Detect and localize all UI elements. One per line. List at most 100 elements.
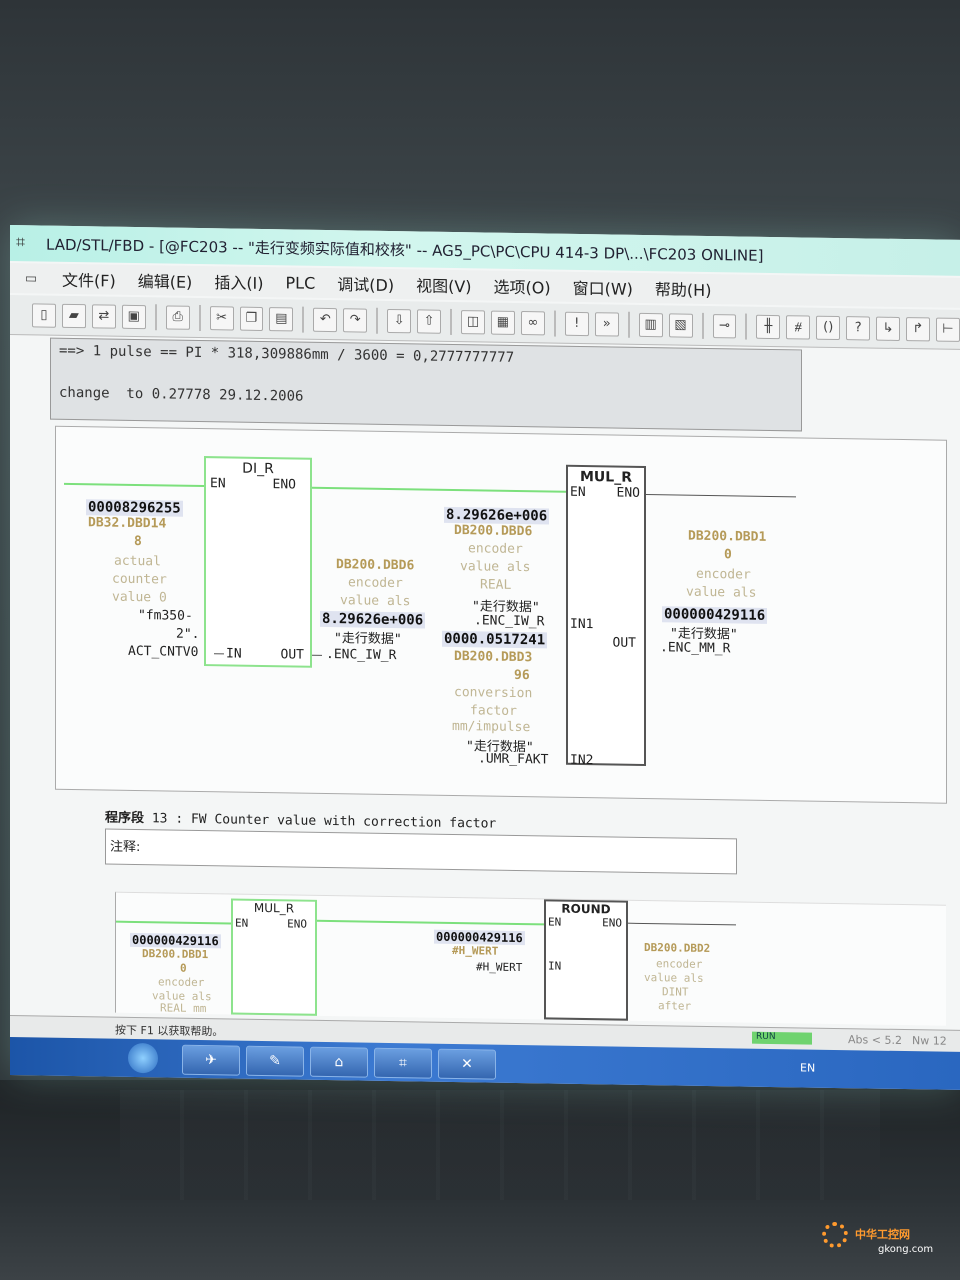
round-block[interactable]: ROUND EN ENO IN	[544, 899, 628, 1021]
network-comment[interactable]: ==> 1 pulse == PI * 318,309886mm / 3600 …	[50, 337, 802, 432]
di-r-out-wire	[312, 654, 322, 656]
toolbar-separator	[198, 304, 201, 331]
contact-nc-icon[interactable]: ⧣	[786, 314, 811, 340]
desk-background	[120, 1090, 880, 1200]
menu-options[interactable]: 选项(O)	[494, 274, 551, 299]
contact-no-icon[interactable]: ╫	[756, 314, 781, 339]
comment-line-1: ==> 1 pulse == PI * 318,309886mm / 3600 …	[59, 342, 515, 366]
round-en: EN	[548, 915, 562, 929]
mul-r-block[interactable]: MUL_R EN ENO IN1 OUT IN2	[566, 464, 646, 769]
mul-in2-comment-1: conversion	[454, 684, 533, 702]
mul-out-symbol-1: "走行数据"	[670, 626, 738, 643]
app-icon: ⌗	[16, 232, 26, 252]
power-rail-wire	[64, 482, 204, 488]
menu-help[interactable]: 帮助(H)	[655, 276, 712, 301]
network-icon[interactable]: ⇄	[91, 303, 116, 329]
branch-open-icon[interactable]: ↳	[876, 316, 901, 341]
mul-in2-comment-3: mm/impulse	[452, 718, 531, 736]
undo-icon[interactable]: ↶	[313, 307, 338, 332]
overview-icon[interactable]: ▥	[638, 312, 663, 337]
mul-r-eno: ENO	[616, 485, 640, 501]
n13-hw-symbol: #H_WERT	[476, 960, 523, 975]
n13-in-value: 000000429116	[130, 932, 221, 949]
status-help-text: 按下 F1 以获取帮助。	[115, 1023, 224, 1039]
download-icon[interactable]: ⇩	[387, 308, 412, 333]
toolbar-separator	[376, 307, 379, 334]
print-icon[interactable]: ⎙	[165, 304, 190, 330]
segment-label: 程序段	[105, 810, 145, 827]
n13-in-comment-3: REAL mm	[160, 1001, 207, 1016]
di-r-out-comment-1: encoder	[348, 575, 403, 592]
menu-file[interactable]: 文件(F)	[62, 267, 116, 292]
toolbar-separator	[553, 310, 556, 337]
comment-label: 注释:	[110, 839, 141, 856]
mul-in1-value: 8.29626e+006	[444, 506, 550, 525]
upload-icon[interactable]: ⇧	[417, 308, 442, 334]
box-icon[interactable]: ?	[846, 315, 871, 341]
toolbar-separator	[627, 311, 630, 338]
n13-hw-value: 000000429116	[434, 929, 525, 946]
menu-edit[interactable]: 编辑(E)	[138, 268, 193, 293]
breakpoint-icon[interactable]: !	[564, 311, 589, 336]
open-icon[interactable]: ▰	[61, 303, 86, 328]
segment-13-header[interactable]: 程序段 13 : FW Counter value with correctio…	[105, 806, 496, 831]
di-r-block[interactable]: DI_R EN ENO IN OUT	[204, 456, 312, 668]
mul-in1-symbol-2: .ENC_IW_R	[474, 613, 545, 630]
coil-open-icon[interactable]: ()	[816, 315, 841, 340]
n13-mul-r-block[interactable]: MUL_R EN ENO	[231, 898, 317, 1016]
mul-r-in2: IN2	[570, 752, 594, 769]
cut-icon[interactable]: ✂	[209, 305, 234, 331]
eno-en-wire	[312, 486, 566, 493]
toolbar-separator	[450, 308, 453, 335]
n13-power-wire	[116, 920, 231, 925]
copy-icon[interactable]: ❐	[239, 306, 264, 331]
watermark-url: gkong.com	[878, 1244, 934, 1255]
di-r-in: IN	[226, 646, 242, 662]
di-r-out-addr: DB200.DBD6	[336, 557, 415, 574]
tray-language[interactable]: EN	[800, 1061, 815, 1074]
menu-insert[interactable]: 插入(I)	[214, 269, 263, 294]
mul-r-in1: IN1	[570, 616, 594, 633]
di-r-in-addr-2: 8	[134, 533, 142, 550]
bookmark-icon[interactable]: ◫	[461, 309, 485, 334]
mul-in1-addr: DB200.DBD6	[454, 522, 533, 540]
connection-icon[interactable]: ⊢	[935, 317, 960, 342]
taskbar-app-5-icon[interactable]: ✕	[438, 1048, 496, 1080]
menu-view[interactable]: 视图(V)	[416, 272, 471, 297]
module-icon[interactable]: ▦	[490, 310, 515, 335]
toolbar-separator	[302, 306, 305, 333]
new-icon[interactable]: ▯	[32, 302, 56, 328]
watermark-text: 中华工控网	[855, 1228, 910, 1241]
taskbar-app-1-icon[interactable]: ✈	[182, 1044, 240, 1076]
mul-in1-comment-3: REAL	[480, 577, 512, 593]
save-icon[interactable]: ▣	[121, 304, 146, 329]
di-r-eno: ENO	[272, 477, 296, 493]
branch-close-icon[interactable]: ↱	[906, 316, 930, 341]
n13-mul-r-en: EN	[235, 916, 249, 930]
taskbar-app-2-icon[interactable]: ✎	[246, 1045, 304, 1077]
mul-out-comment-2: value als	[686, 584, 757, 601]
start-button[interactable]	[128, 1042, 158, 1074]
mul-in2-symbol-2: .UMR_FAKT	[478, 751, 549, 768]
step-icon[interactable]: »	[594, 311, 619, 337]
paste-icon[interactable]: ▤	[269, 306, 294, 331]
di-r-out-value: 8.29626e+006	[320, 610, 426, 629]
status-abs: Abs < 5.2	[848, 1033, 902, 1048]
view-icon[interactable]: ▧	[668, 312, 693, 338]
mul-out-addr: DB200.DBD1	[688, 528, 767, 545]
taskbar-app-lad-icon[interactable]: ⌗	[374, 1047, 432, 1079]
menu-plc[interactable]: PLC	[286, 273, 316, 292]
doc-menu-icon[interactable]: ▭	[22, 271, 40, 286]
coil-icon[interactable]: ⊸	[712, 313, 737, 338]
window-title: LAD/STL/FBD - [@FC203 -- "走行变频实际值和校核" --…	[46, 235, 764, 265]
segment-number: 13	[151, 811, 168, 827]
segment-title: : FW Counter value with correction facto…	[175, 811, 497, 832]
segment-13-comment[interactable]: 注释:	[105, 828, 737, 875]
di-r-in-value: 00008296255	[86, 499, 183, 517]
menu-window[interactable]: 窗口(W)	[573, 275, 633, 300]
menu-debug[interactable]: 调试(D)	[337, 271, 394, 296]
mul-r-en: EN	[570, 484, 586, 501]
taskbar-app-3-icon[interactable]: ⌂	[310, 1046, 368, 1078]
redo-icon[interactable]: ↷	[343, 307, 368, 333]
glasses-icon[interactable]: ∞	[520, 310, 545, 335]
